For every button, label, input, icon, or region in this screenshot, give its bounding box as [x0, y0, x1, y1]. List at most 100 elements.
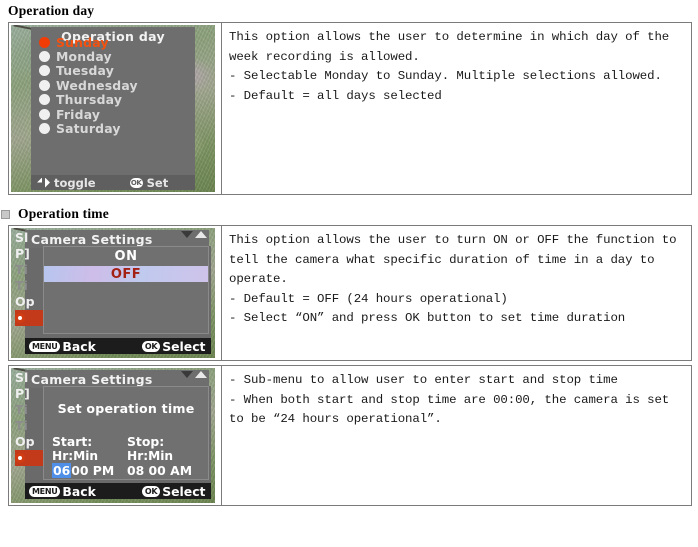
day-label: Tuesday — [56, 63, 115, 79]
table-row: Camera Settings Sl P] Ti Ti Op Set opera… — [8, 365, 692, 506]
table-row: Camera Settings Sl P] Ti Ti Op ON OFF ME… — [8, 225, 692, 361]
stop-time-value[interactable]: 08 00 AM — [127, 463, 202, 478]
menu-key-icon: MENU — [29, 485, 61, 497]
set-hint: OK Set — [129, 175, 169, 190]
selection-dot-icon — [15, 313, 25, 323]
camera-screen-operation-day: Operation day Sunday Monday Tuesday Wedn… — [11, 25, 215, 192]
settings-menu-list: Sl P] Ti Ti Op — [15, 370, 43, 466]
sidebar-item-selected[interactable] — [15, 450, 43, 466]
description-line: operate. — [229, 272, 288, 286]
radio-icon — [39, 123, 50, 135]
list-item[interactable]: Thursday — [39, 92, 138, 107]
section-heading-operation-time: Operation time — [0, 203, 698, 225]
camera-screen-operation-time-onoff: Camera Settings Sl P] Ti Ti Op ON OFF ME… — [11, 228, 215, 358]
ok-button-icon: OK — [129, 177, 143, 188]
section-heading-operation-day: Operation day — [0, 0, 698, 22]
radio-icon — [39, 65, 50, 77]
menu-key-icon: MENU — [29, 340, 61, 352]
operation-time-title: Operation time — [18, 206, 109, 221]
list-item[interactable]: Saturday — [39, 121, 138, 137]
left-right-arrows-icon — [37, 177, 50, 188]
set-operation-time-description-cell: - Sub-menu to allow user to enter start … — [221, 365, 692, 506]
list-item[interactable]: Friday — [39, 106, 138, 122]
option-off-selected[interactable]: OFF — [44, 266, 208, 282]
description-bullet: - Default = all days selected — [229, 88, 442, 103]
stop-label: Stop: — [127, 434, 165, 449]
day-label: Saturday — [56, 121, 121, 137]
scroll-arrows — [181, 371, 207, 378]
sidebar-item[interactable]: Op — [15, 294, 43, 310]
selection-dot-icon — [15, 453, 25, 463]
sidebar-item[interactable]: P] — [15, 386, 43, 402]
operation-time-table: Camera Settings Sl P] Ti Ti Op ON OFF ME… — [8, 225, 692, 361]
table-row: Operation day Sunday Monday Tuesday Wedn… — [8, 22, 692, 195]
sidebar-item[interactable]: P] — [15, 246, 43, 262]
chevron-up-icon — [195, 231, 207, 238]
set-operation-time-screenshot-cell: Camera Settings Sl P] Ti Ti Op Set opera… — [8, 365, 222, 506]
select-action[interactable]: OK Select — [138, 338, 206, 354]
start-label: Start: — [52, 434, 93, 449]
day-option-list: Sunday Monday Tuesday Wednesday Thursday… — [39, 35, 138, 136]
select-action[interactable]: OK Select — [138, 483, 206, 499]
ok-key-icon: OK — [141, 485, 161, 497]
description-line: to be “24 hours operational”. — [229, 412, 442, 426]
settings-menu-list: Sl P] Ti Ti Op — [15, 230, 43, 326]
description-line: This option allows the user to determine… — [229, 30, 670, 44]
hint-bar: toggle OK Set — [31, 175, 195, 190]
list-item[interactable]: Tuesday — [39, 63, 138, 79]
chevron-down-icon — [181, 371, 193, 378]
sidebar-item: Ti — [15, 278, 28, 293]
toggle-hint: toggle — [37, 176, 96, 190]
start-hour-field[interactable]: 06 — [52, 463, 72, 478]
start-time-column: Start: Hr:Min 0600 PM — [52, 435, 127, 478]
radio-icon — [39, 108, 50, 120]
list-item[interactable]: Sunday — [39, 34, 138, 50]
sidebar-item: Ti — [15, 418, 28, 433]
chevron-down-icon — [181, 231, 193, 238]
day-label: Wednesday — [56, 77, 138, 93]
start-format-label: Hr:Min — [52, 449, 99, 463]
operation-day-table: Operation day Sunday Monday Tuesday Wedn… — [8, 22, 692, 195]
onoff-dialog: ON OFF — [43, 246, 209, 334]
description-bullet: - Select “ON” and press OK button to set… — [229, 311, 626, 325]
ok-key-icon: OK — [141, 340, 161, 352]
select-label: Select — [162, 483, 206, 499]
operation-day-description-cell: This option allows the user to determine… — [221, 22, 692, 195]
sidebar-item-selected[interactable] — [15, 310, 43, 326]
sidebar-item[interactable]: Sl — [15, 230, 43, 246]
operation-time-screenshot-cell: Camera Settings Sl P] Ti Ti Op ON OFF ME… — [8, 225, 222, 361]
stop-time-column: Stop: Hr:Min 08 00 AM — [127, 434, 202, 479]
time-fields: Start: Hr:Min 0600 PM Stop: Hr:Min 08 00… — [52, 435, 202, 478]
back-label[interactable]: Back — [62, 484, 95, 499]
day-label: Sunday — [56, 34, 109, 50]
day-label: Monday — [56, 49, 112, 65]
description-line: This option allows the user to turn ON o… — [229, 233, 677, 247]
sidebar-item[interactable]: Sl — [15, 370, 43, 386]
menu-bar: MENU Back OK Select — [25, 483, 211, 499]
sidebar-item[interactable]: Op — [15, 434, 43, 450]
sidebar-item: Ti — [15, 262, 28, 277]
select-label: Select — [162, 338, 206, 354]
stop-format-label: Hr:Min — [127, 449, 174, 463]
list-item[interactable]: Monday — [39, 49, 138, 65]
start-time-value[interactable]: 0600 PM — [52, 463, 127, 478]
operation-time-description-cell: This option allows the user to turn ON o… — [221, 225, 692, 361]
list-item[interactable]: Wednesday — [39, 77, 138, 93]
sidebar-item: Ti — [15, 402, 28, 417]
start-time-rest: 00 PM — [71, 463, 115, 478]
set-operation-time-description: - Sub-menu to allow user to enter start … — [229, 371, 685, 430]
chevron-up-icon — [195, 371, 207, 378]
operation-day-screenshot-cell: Operation day Sunday Monday Tuesday Wedn… — [8, 22, 222, 195]
back-label[interactable]: Back — [62, 339, 95, 354]
option-off-label: OFF — [110, 266, 142, 282]
menu-bar: MENU Back OK Select — [25, 338, 211, 354]
day-label: Friday — [56, 106, 101, 122]
operation-day-description: This option allows the user to determine… — [229, 28, 685, 106]
option-on[interactable]: ON — [44, 249, 208, 264]
radio-icon — [39, 94, 50, 106]
description-bullet: - Sub-menu to allow user to enter start … — [229, 373, 618, 387]
dialog-title: Set operation time — [57, 401, 195, 416]
set-hint-label: Set — [146, 175, 169, 190]
description-bullet: - Default = OFF (24 hours operational) — [229, 291, 508, 306]
bullet-marker-icon — [1, 209, 10, 219]
